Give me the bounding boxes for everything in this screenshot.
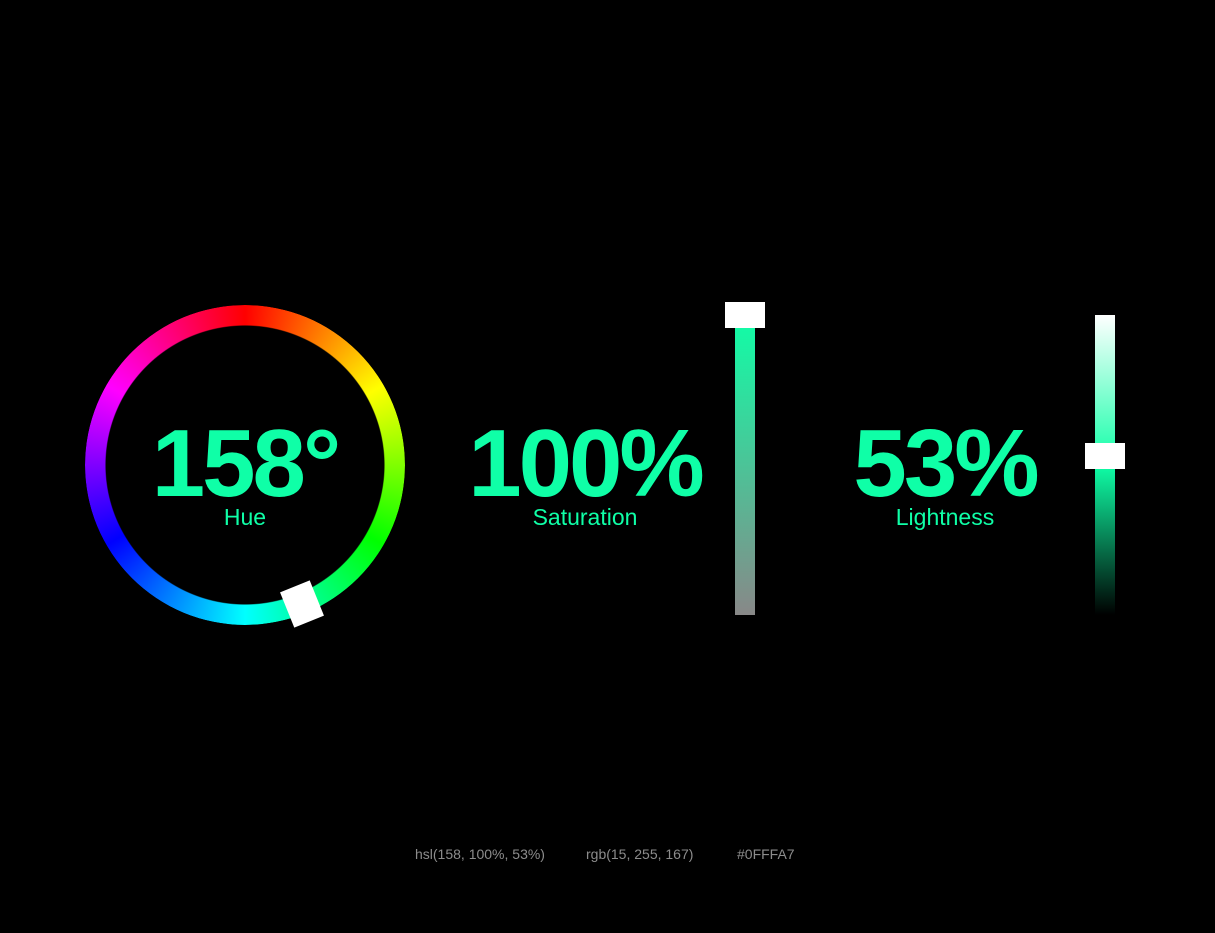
saturation-slider-track[interactable] <box>735 315 755 615</box>
rgb-readout: rgb(15, 255, 167) <box>586 846 694 862</box>
color-picker-stage: 158° Hue 100% Saturation 53% Lightness h… <box>0 0 1215 933</box>
hex-readout: #0FFFA7 <box>737 846 795 862</box>
saturation-slider-thumb[interactable] <box>725 302 765 328</box>
hue-value: 158° <box>151 410 342 517</box>
lightness-label: Lightness <box>895 504 995 530</box>
saturation-value: 100% <box>468 410 705 517</box>
lightness-value: 53% <box>853 410 1039 517</box>
saturation-label: Saturation <box>532 504 638 530</box>
hue-label: Hue <box>223 504 267 530</box>
hsl-readout: hsl(158, 100%, 53%) <box>415 846 545 862</box>
lightness-slider-thumb[interactable] <box>1085 443 1125 469</box>
